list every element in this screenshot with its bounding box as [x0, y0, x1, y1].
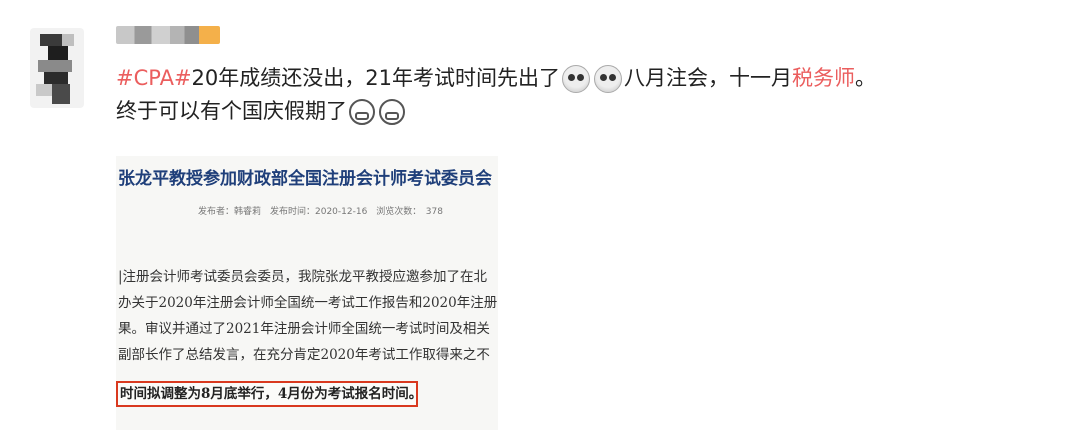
- image-body-line: 副部长作了总结发言，在充分肯定2020年考试工作取得来之不: [118, 347, 490, 363]
- post-text: #CPA# 20年成绩还没出，21年考试时间先出了 八月注会，十一月 税务师 。…: [116, 62, 1056, 128]
- post-text-segment: 20年成绩还没出，21年考试时间先出了: [191, 66, 560, 90]
- post-text-segment: 终于可以有个国庆假期了: [116, 99, 347, 123]
- hashtag-link[interactable]: #CPA#: [116, 62, 192, 95]
- attached-image[interactable]: 张龙平教授参加财政部全国注册会计师考试委员会 发布者：韩睿莉 发布时间：2020…: [116, 156, 498, 430]
- username-blurred[interactable]: [116, 26, 220, 44]
- image-highlight-box: 时间拟调整为8月底举行，4月份为考试报名时间。: [116, 381, 422, 407]
- post-line-2: 终于可以有个国庆假期了: [116, 95, 1056, 128]
- post-line-1: #CPA# 20年成绩还没出，21年考试时间先出了 八月注会，十一月 税务师 。: [116, 62, 1056, 95]
- masked-face-emoji-icon: [349, 98, 375, 125]
- masked-face-emoji-icon: [379, 98, 405, 125]
- avatar[interactable]: [30, 28, 84, 108]
- image-article-title: 张龙平教授参加财政部全国注册会计师考试委员会: [118, 169, 492, 189]
- image-article-meta: 发布者：韩睿莉 发布时间：2020-12-16 浏览次数： 378: [198, 207, 443, 217]
- image-article-body: |注册会计师考试委员会委员，我院张龙平教授应邀参加了在北 办关于2020年注册会…: [118, 264, 497, 368]
- topic-link-shuiwushi[interactable]: 税务师: [792, 62, 855, 95]
- post-text-segment: 。: [855, 66, 876, 90]
- image-body-line: 果。审议并通过了2021年注册会计师全国统一考试时间及相关: [118, 321, 490, 337]
- image-body-line: |注册会计师考试委员会委员，我院张龙平教授应邀参加了在北: [118, 269, 488, 285]
- skull-emoji-icon: [562, 64, 590, 93]
- image-body-line: 办关于2020年注册会计师全国统一考试工作报告和2020年注册: [118, 295, 498, 311]
- skull-emoji-icon: [594, 64, 622, 93]
- post-text-segment: 八月注会，十一月: [624, 66, 792, 90]
